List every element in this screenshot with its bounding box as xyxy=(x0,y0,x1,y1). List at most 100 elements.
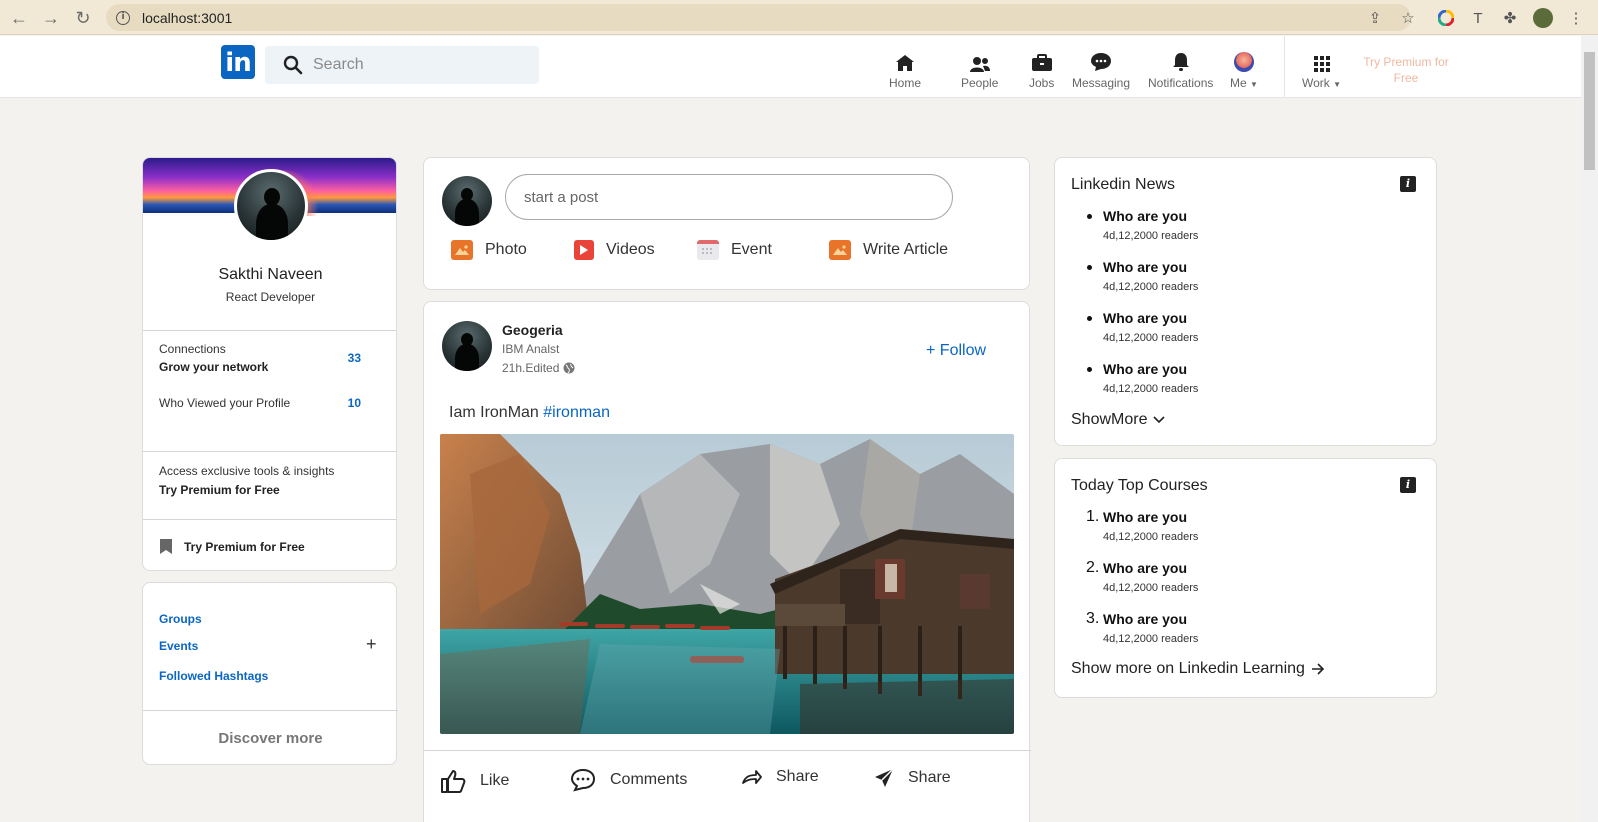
profile-title: React Developer xyxy=(225,290,316,304)
follow-button[interactable]: + Follow xyxy=(926,342,986,360)
nav-me[interactable]: Me ▼ xyxy=(1230,50,1258,90)
course-item[interactable]: 2. Who are you 4d,12,2000 readers xyxy=(1086,559,1198,594)
video-icon xyxy=(574,240,594,260)
events-link[interactable]: Events xyxy=(159,639,198,653)
site-info-icon[interactable]: i xyxy=(116,10,130,25)
thumbs-up-icon xyxy=(441,770,466,793)
post-hashtag[interactable]: #ironman xyxy=(543,404,610,421)
nav-messaging[interactable]: Messaging xyxy=(1072,50,1130,90)
calendar-icon xyxy=(697,240,719,260)
briefcase-icon xyxy=(1031,54,1052,71)
viewed-count: 10 xyxy=(347,396,361,410)
post-time: 21h.Edited xyxy=(502,361,575,375)
profile-avatar[interactable] xyxy=(234,169,308,243)
avatar xyxy=(1233,52,1254,72)
people-icon xyxy=(969,57,990,72)
post-author-avatar[interactable] xyxy=(442,321,492,371)
bookmark-icon xyxy=(160,539,172,554)
browser-toolbar: ← → ↻ i localhost:3001 ⇪ ☆ T ✤ ⋮ xyxy=(0,0,1598,35)
profile-avatar-icon[interactable] xyxy=(1533,8,1553,28)
share-button[interactable]: Share xyxy=(742,768,819,786)
info-icon[interactable]: i xyxy=(1400,176,1416,192)
like-button[interactable]: Like xyxy=(440,768,509,794)
learning-show-more-link[interactable]: Show more on Linkedin Learning xyxy=(1071,660,1325,678)
bell-icon xyxy=(1172,53,1189,71)
info-icon[interactable]: i xyxy=(1400,477,1416,493)
try-premium-link[interactable]: Try Premium for Free xyxy=(1356,54,1456,86)
send-button[interactable]: Share xyxy=(874,768,951,788)
nav-home[interactable]: Home xyxy=(889,50,921,90)
messaging-icon xyxy=(1091,53,1112,71)
connections-row[interactable]: Connections Grow your network 33 xyxy=(159,342,381,376)
post-text: Iam IronMan #ironman xyxy=(449,404,610,421)
back-icon[interactable]: ← xyxy=(8,7,30,29)
write-article-button[interactable]: Write Article xyxy=(829,240,948,260)
news-title: Linkedin News xyxy=(1071,176,1176,193)
connections-count: 33 xyxy=(347,351,361,365)
photo-button[interactable]: Photo xyxy=(451,240,527,260)
discover-more-button[interactable]: Discover more xyxy=(143,730,398,747)
share-arrow-icon xyxy=(742,770,762,784)
profile-name[interactable]: Sakthi Naveen xyxy=(143,266,396,284)
news-item[interactable]: Who are you 4d,12,2000 readers xyxy=(1087,310,1198,344)
address-bar[interactable]: i localhost:3001 xyxy=(106,4,1411,31)
star-icon[interactable]: ☆ xyxy=(1398,8,1418,28)
feed-post: Geogeria IBM Analst 21h.Edited + Follow … xyxy=(423,301,1031,822)
nav-jobs[interactable]: Jobs xyxy=(1029,50,1054,90)
event-button[interactable]: Event xyxy=(697,240,772,260)
chevron-down-icon xyxy=(1153,416,1166,424)
course-item[interactable]: 3. Who are you 4d,12,2000 readers xyxy=(1086,610,1198,645)
chevron-down-icon: ▼ xyxy=(1333,80,1342,89)
nav-work[interactable]: Work ▼ xyxy=(1302,50,1341,90)
start-post-box[interactable] xyxy=(505,174,953,220)
grid-icon xyxy=(1313,56,1330,72)
article-icon xyxy=(829,240,851,260)
chevron-down-icon: ▼ xyxy=(1250,80,1258,89)
hashtags-link[interactable]: Followed Hashtags xyxy=(159,669,268,683)
news-item[interactable]: Who are you 4d,12,2000 readers xyxy=(1087,259,1198,293)
arrow-right-icon xyxy=(1311,663,1325,675)
start-post-card: Photo Videos Event Write Article xyxy=(423,157,1030,290)
home-icon xyxy=(896,55,914,71)
viewed-profile-row[interactable]: Who Viewed your Profile 10 xyxy=(159,396,381,412)
search-box[interactable] xyxy=(265,46,539,84)
premium-section[interactable]: Access exclusive tools & insights Try Pr… xyxy=(159,464,334,497)
nav-notifications[interactable]: Notifications xyxy=(1148,50,1213,90)
community-card: Groups Events + Followed Hashtags Discov… xyxy=(142,582,398,765)
search-icon xyxy=(283,55,303,75)
post-author-name[interactable]: Geogeria xyxy=(502,322,563,338)
search-input[interactable] xyxy=(313,56,513,74)
news-item[interactable]: Who are you 4d,12,2000 readers xyxy=(1087,361,1198,395)
nav-people[interactable]: People xyxy=(961,50,998,90)
comment-icon xyxy=(570,768,596,792)
courses-card: Today Top Courses i 1. Who are you 4d,12,2… xyxy=(1054,458,1437,698)
forward-icon[interactable]: → xyxy=(40,7,62,29)
start-post-input[interactable] xyxy=(524,188,924,206)
news-card: Linkedin News i Who are you 4d,12,2000 re… xyxy=(1054,157,1437,446)
extension-color-icon[interactable] xyxy=(1436,8,1456,28)
post-author-role: IBM Analst xyxy=(502,342,560,356)
menu-dots-icon[interactable]: ⋮ xyxy=(1566,8,1586,28)
bookmark-row[interactable]: Try Premium for Free xyxy=(159,538,305,555)
photo-icon xyxy=(451,240,473,260)
reload-icon[interactable]: ↻ xyxy=(72,7,94,29)
text-extension-icon[interactable]: T xyxy=(1468,8,1488,28)
globe-icon xyxy=(563,362,575,374)
courses-title: Today Top Courses xyxy=(1071,477,1208,494)
puzzle-icon[interactable]: ✤ xyxy=(1500,8,1520,28)
page-scrollbar[interactable] xyxy=(1581,36,1598,822)
videos-button[interactable]: Videos xyxy=(574,240,655,260)
top-nav: in Home People Jobs Messaging Notificati… xyxy=(0,36,1598,98)
news-item[interactable]: Who are you 4d,12,2000 readers xyxy=(1087,208,1198,242)
add-event-icon[interactable]: + xyxy=(366,634,377,655)
news-show-more-button[interactable]: ShowMore xyxy=(1071,411,1166,429)
nav-divider xyxy=(1284,36,1285,98)
course-item[interactable]: 1. Who are you 4d,12,2000 readers xyxy=(1086,508,1198,543)
share-icon[interactable]: ⇪ xyxy=(1365,8,1385,28)
profile-card: Sakthi Naveen React Developer Connection… xyxy=(142,157,397,571)
post-image[interactable] xyxy=(440,434,1014,734)
groups-link[interactable]: Groups xyxy=(159,612,202,626)
linkedin-logo[interactable]: in xyxy=(221,45,255,79)
user-avatar xyxy=(442,176,492,226)
comments-button[interactable]: Comments xyxy=(570,768,687,792)
